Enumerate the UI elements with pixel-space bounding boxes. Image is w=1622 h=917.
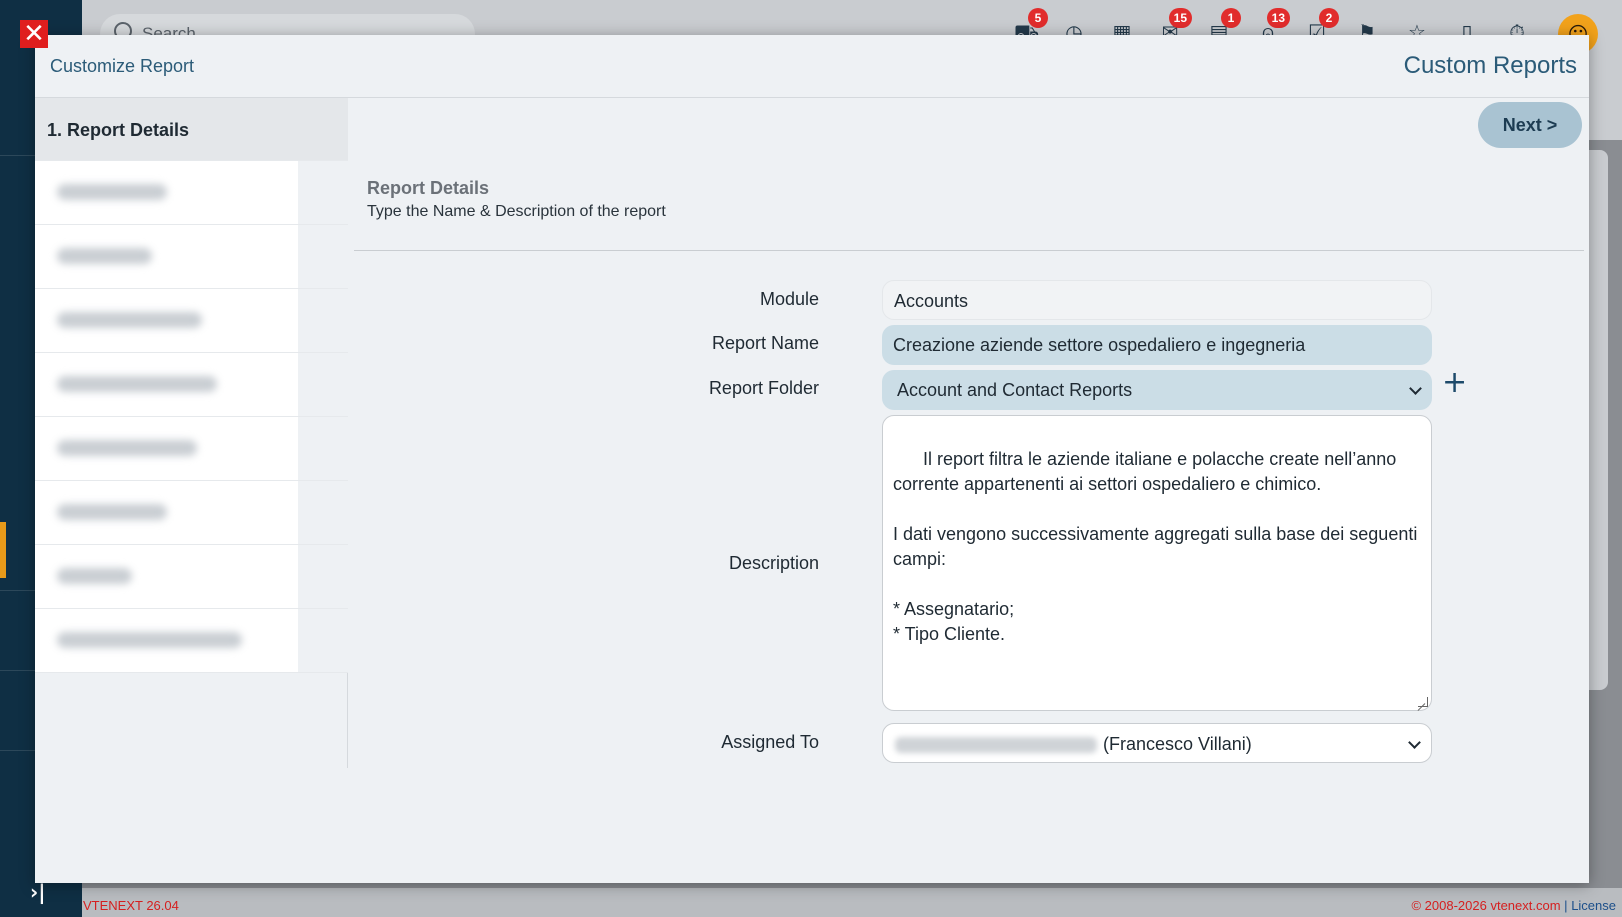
footer-copyright: © 2008-2026 vtenext.com [1411,898,1561,913]
redacted-step-label [57,568,132,584]
redacted-step-label [57,376,217,392]
step-edge [298,545,348,608]
section-divider [354,250,1584,251]
redacted-username [895,737,1097,754]
chevron-down-icon [1408,736,1421,749]
chevron-down-icon [1409,382,1422,395]
redacted-step-label [57,184,167,200]
step-edge [298,225,348,288]
step-edge [298,161,348,224]
step-redacted[interactable] [35,289,348,353]
step-redacted[interactable] [35,417,348,481]
description-textarea[interactable]: Il report filtra le aziende italiane e p… [882,415,1432,711]
footer-bar [82,888,1622,917]
step-edge [298,417,348,480]
count-badge: 13 [1266,8,1290,28]
add-folder-icon[interactable]: + [1442,368,1467,398]
sidebar-collapse-icon[interactable]: ›| [30,880,46,904]
step-edge [298,353,348,416]
redacted-step-label [57,312,202,328]
section-subtitle: Type the Name & Description of the repor… [367,203,666,220]
step-redacted[interactable] [35,353,348,417]
step-redacted[interactable] [35,225,348,289]
step-redacted[interactable] [35,609,348,673]
step-edge [298,609,348,672]
footer-separator: | [1564,898,1568,913]
next-button[interactable]: Next > [1478,102,1582,148]
step-label: 1. Report Details [47,120,190,140]
report-name-input[interactable]: Creazione aziende settore ospedaliero e … [882,325,1432,365]
assigned-to-value: (Francesco Villani) [1103,734,1252,754]
step-edge [298,481,348,544]
sidebar-active-indicator [0,522,6,578]
footer-right: © 2008-2026 vtenext.com | License [1411,898,1616,913]
redacted-step-label [57,504,167,520]
module-label: Module [759,289,819,309]
background-card [1588,150,1608,690]
report-folder-label: Report Folder [708,378,819,398]
module-field: Accounts [882,280,1432,320]
step-redacted[interactable] [35,545,348,609]
background-panel [1588,60,1622,140]
resize-grip-icon[interactable] [1418,697,1428,707]
customize-report-modal: Customize Report Custom Reports 1. Repor… [35,35,1589,883]
blurred-steps [35,161,348,673]
step-redacted[interactable] [35,481,348,545]
description-label: Description [728,553,819,573]
wizard-steps: 1. Report Details [35,98,348,768]
footer-license-link[interactable]: License [1571,898,1616,913]
report-folder-select[interactable]: Account and Contact Reports [882,370,1432,410]
step-redacted[interactable] [35,161,348,225]
step-edge [298,289,348,352]
report-folder-value: Account and Contact Reports [897,380,1133,400]
count-badge: 5 [1028,8,1048,28]
count-badge: 15 [1168,8,1192,28]
report-name-value: Creazione aziende settore ospedaliero e … [893,335,1306,355]
section-title: Report Details [367,178,490,198]
description-value: Il report filtra le aziende italiane e p… [893,449,1418,644]
modal-section-title: Custom Reports [1403,52,1577,79]
assigned-to-select[interactable]: (Francesco Villani) [882,723,1432,763]
count-badge: 2 [1319,8,1339,28]
close-modal-button[interactable]: ✕ [20,20,48,48]
redacted-step-label [57,632,242,648]
step-report-details[interactable]: 1. Report Details [35,98,348,161]
footer-version: VTENEXT 26.04 [83,898,179,913]
modal-header: Customize Report Custom Reports [35,35,1589,98]
assigned-to-label: Assigned To [721,732,819,752]
wizard-content: Next > Report Details Type the Name & De… [349,98,1589,883]
count-badge: 1 [1221,8,1241,28]
redacted-step-label [57,248,152,264]
redacted-step-label [57,440,197,456]
report-name-label: Report Name [711,333,819,353]
modal-title: Customize Report [50,56,195,76]
